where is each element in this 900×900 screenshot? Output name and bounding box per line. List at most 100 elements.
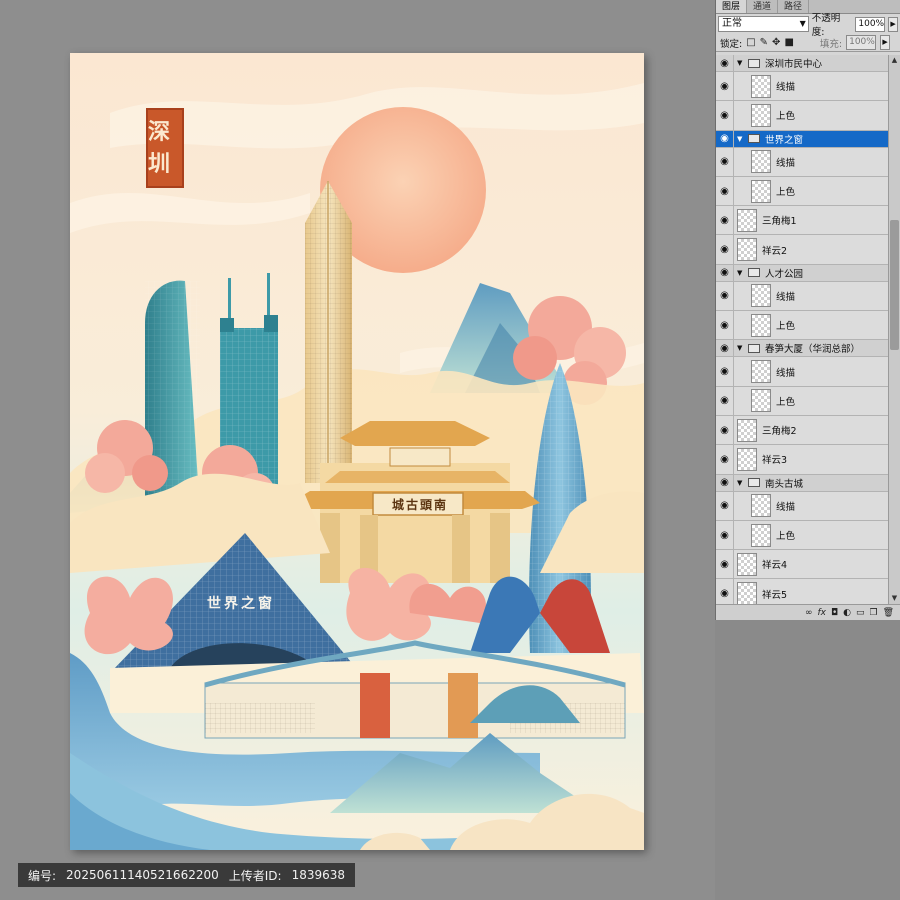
layer-group-row[interactable]: ◉ ▼ 春笋大厦（华润总部）	[716, 340, 889, 358]
layer-thumbnail[interactable]	[751, 389, 771, 413]
eye-icon[interactable]: ◉	[716, 474, 734, 491]
layer-row[interactable]: ◉ 祥云3	[716, 445, 889, 475]
eye-icon[interactable]: ◉	[716, 281, 734, 311]
eye-icon[interactable]: ◉	[716, 579, 734, 604]
layer-row[interactable]: ◉ 三角梅2	[716, 415, 889, 446]
layer-row[interactable]: ◉ 祥云5	[716, 579, 889, 604]
layer-thumbnail[interactable]	[737, 552, 757, 576]
eye-icon[interactable]: ◉	[716, 445, 734, 474]
lock-label: 锁定:	[720, 38, 743, 50]
folder-icon	[748, 478, 760, 488]
eye-icon[interactable]: ◉	[716, 176, 734, 206]
scroll-down-icon[interactable]: ▼	[889, 593, 900, 604]
eye-icon[interactable]: ◉	[716, 357, 734, 386]
eye-icon[interactable]: ◉	[716, 147, 734, 176]
mask-icon[interactable]: ◘	[831, 608, 838, 618]
layer-row[interactable]: ◉ 上色	[716, 176, 889, 207]
layer-row[interactable]: ◉ 上色	[716, 311, 889, 341]
eye-icon[interactable]: ◉	[716, 340, 734, 357]
folder-icon	[748, 58, 760, 68]
layer-thumbnail[interactable]	[751, 74, 771, 98]
layer-group-row[interactable]: ◉ ▼ 人才公园	[716, 264, 889, 282]
eye-icon[interactable]: ◉	[716, 386, 734, 415]
lock-move-icon[interactable]: ✥	[772, 37, 780, 48]
canvas-area[interactable]: 深圳 城古頭南 世界之窗 编号: 20250611140521662200 上传…	[0, 0, 715, 900]
layer-row[interactable]: ◉ 上色	[716, 101, 889, 131]
eye-icon[interactable]: ◉	[716, 550, 734, 579]
lock-transparent-icon[interactable]: □	[746, 37, 755, 48]
scroll-up-icon[interactable]: ▲	[889, 55, 900, 66]
eye-icon[interactable]: ◉	[716, 101, 734, 130]
layer-row[interactable]: ◉ 祥云2	[716, 235, 889, 265]
layer-name: 祥云3	[762, 455, 788, 467]
layer-row[interactable]: ◉ 线描	[716, 281, 889, 312]
disclosure-triangle-icon[interactable]: ▼	[737, 135, 745, 143]
layer-thumbnail[interactable]	[751, 179, 771, 203]
artwork-canvas[interactable]: 深圳 城古頭南 世界之窗	[70, 53, 644, 850]
layer-row[interactable]: ◉ 线描	[716, 147, 889, 177]
layer-thumbnail[interactable]	[737, 582, 757, 604]
layer-name: 上色	[776, 187, 796, 199]
blend-mode-select[interactable]: 正常 ▼	[718, 16, 809, 32]
opacity-slider-arrow-icon[interactable]: ▶	[888, 16, 898, 32]
disclosure-triangle-icon[interactable]: ▼	[737, 479, 745, 487]
id-value: 20250611140521662200	[66, 868, 219, 882]
layer-list: ◉ ▼ 深圳市民中心 ◉ 线描 ◉ 上色 ◉ ▼ 世界之窗 ◉ 线描 ◉ 上色 ◉ 三角梅1 ◉ 祥云2 ◉ ▼ 人才公…	[716, 55, 889, 604]
chevron-down-icon: ▼	[799, 19, 806, 28]
eye-icon[interactable]: ◉	[716, 130, 734, 147]
layer-thumbnail[interactable]	[737, 447, 757, 471]
eye-icon[interactable]: ◉	[716, 520, 734, 550]
layer-row[interactable]: ◉ 三角梅1	[716, 206, 889, 236]
layer-thumbnail[interactable]	[737, 238, 757, 262]
fill-slider-arrow-icon[interactable]: ▶	[880, 35, 891, 50]
layer-group-row[interactable]: ◉ ▼ 南头古城	[716, 474, 889, 492]
disclosure-triangle-icon[interactable]: ▼	[737, 344, 745, 352]
disclosure-triangle-icon[interactable]: ▼	[737, 59, 745, 67]
lock-brush-icon[interactable]: ✎	[760, 37, 768, 48]
eye-icon[interactable]: ◉	[716, 491, 734, 520]
layer-thumbnail[interactable]	[751, 494, 771, 518]
layer-thumbnail[interactable]	[751, 284, 771, 308]
layer-thumbnail[interactable]	[737, 208, 757, 232]
layer-row[interactable]: ◉ 上色	[716, 386, 889, 416]
layer-thumbnail[interactable]	[751, 150, 771, 174]
eye-icon[interactable]: ◉	[716, 311, 734, 340]
disclosure-triangle-icon[interactable]: ▼	[737, 269, 745, 277]
trash-icon[interactable]: 🗑	[883, 608, 894, 618]
eye-icon[interactable]: ◉	[716, 264, 734, 281]
layer-name: 上色	[776, 396, 796, 408]
layer-scrollbar[interactable]: ▲ ▼	[888, 55, 900, 604]
lock-all-icon[interactable]: ■	[784, 37, 793, 48]
new-layer-icon[interactable]: ❐	[869, 608, 877, 618]
layer-thumbnail[interactable]	[737, 418, 757, 442]
fill-input[interactable]: 100%	[846, 35, 877, 50]
layer-name: 深圳市民中心	[765, 59, 823, 70]
eye-icon[interactable]: ◉	[716, 235, 734, 264]
layer-thumbnail[interactable]	[751, 313, 771, 337]
layer-thumbnail[interactable]	[751, 523, 771, 547]
new-group-icon[interactable]: ▭	[856, 608, 865, 618]
watermark-footer: 编号: 20250611140521662200 上传者ID: 1839638	[18, 863, 356, 887]
eye-icon[interactable]: ◉	[716, 415, 734, 445]
layer-row[interactable]: ◉ 祥云4	[716, 550, 889, 580]
layer-group-row[interactable]: ◉ ▼ 深圳市民中心	[716, 55, 889, 72]
tab-layers[interactable]: 图层	[716, 0, 748, 13]
link-icon[interactable]: ∞	[805, 608, 813, 618]
opacity-input[interactable]: 100%	[855, 16, 886, 32]
layer-thumbnail[interactable]	[751, 103, 771, 127]
layer-row[interactable]: ◉ 线描	[716, 72, 889, 102]
layer-row[interactable]: ◉ 上色	[716, 520, 889, 551]
layer-group-row[interactable]: ◉ ▼ 世界之窗	[716, 130, 889, 148]
eye-icon[interactable]: ◉	[716, 72, 734, 101]
layer-row[interactable]: ◉ 线描	[716, 491, 889, 521]
eye-icon[interactable]: ◉	[716, 206, 734, 235]
layer-row[interactable]: ◉ 线描	[716, 357, 889, 387]
adjustment-icon[interactable]: ◐	[843, 608, 851, 618]
layer-name: 春笋大厦（华润总部）	[765, 344, 861, 356]
scroll-thumb[interactable]	[890, 220, 899, 350]
tab-channels[interactable]: 通道	[747, 0, 779, 13]
layer-thumbnail[interactable]	[751, 360, 771, 384]
eye-icon[interactable]: ◉	[716, 55, 734, 71]
fx-icon[interactable]: fx	[817, 608, 826, 618]
tab-paths[interactable]: 路径	[778, 0, 810, 13]
